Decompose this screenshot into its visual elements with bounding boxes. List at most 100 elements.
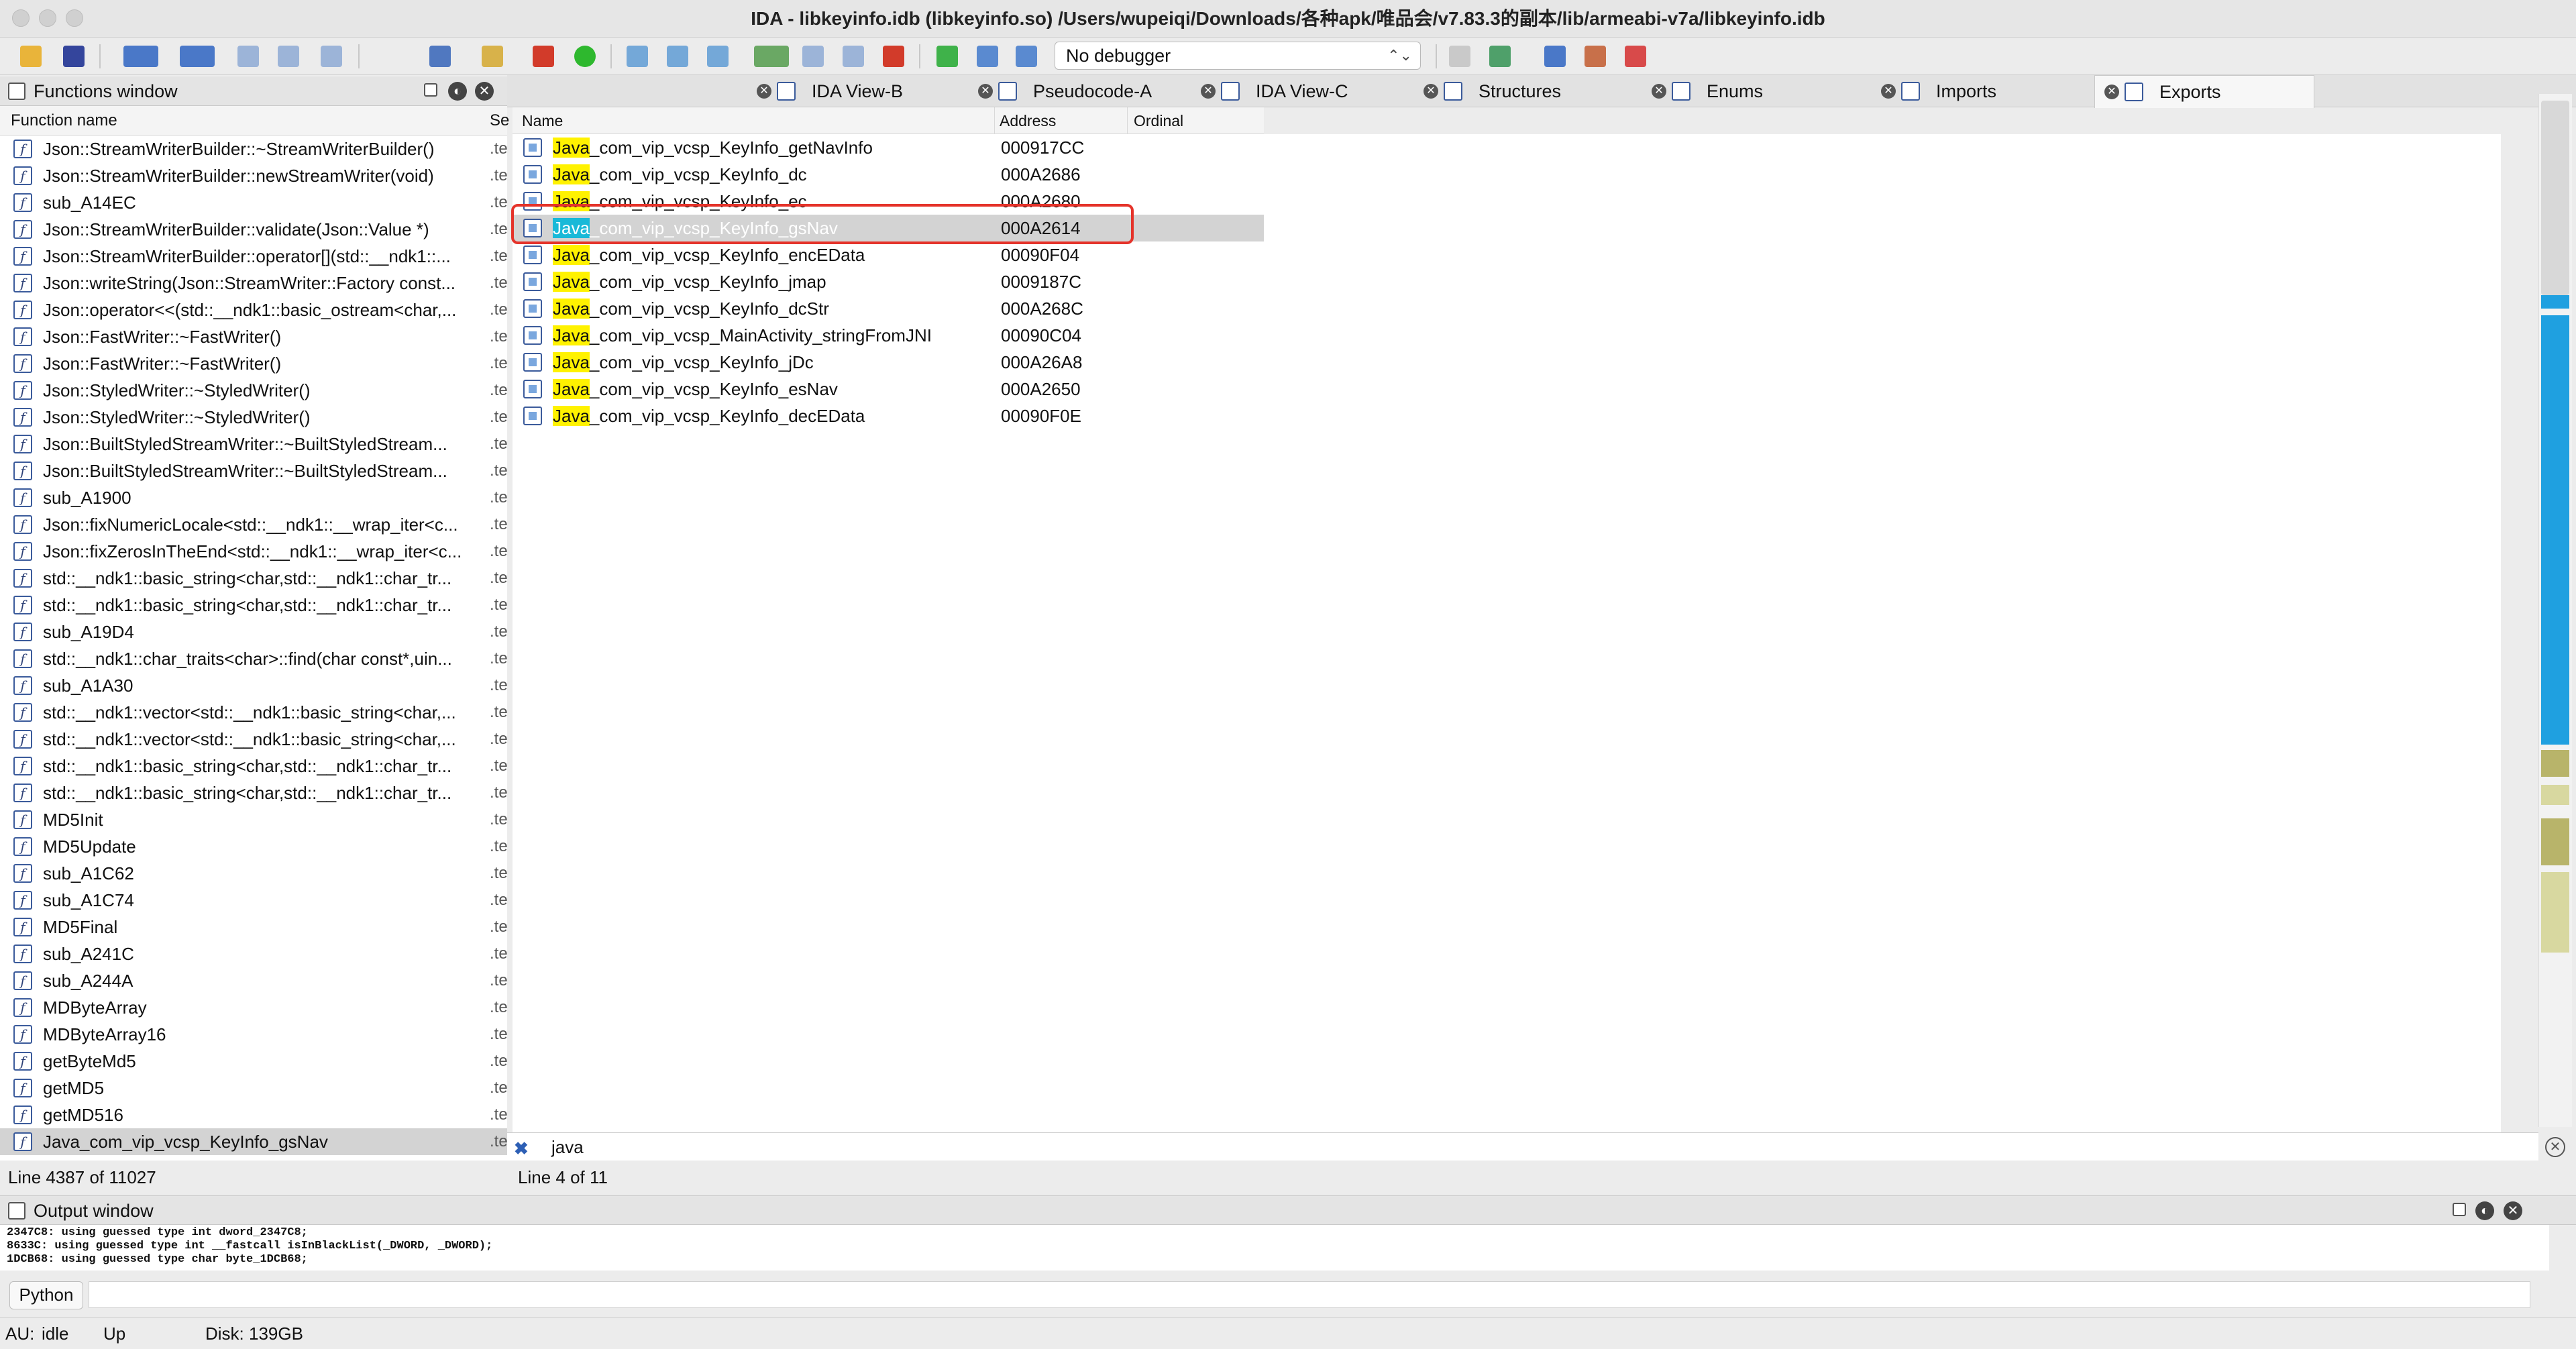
function-row[interactable]: f std::__ndk1::char_traits<char>::find(ch… (0, 645, 507, 672)
column-address[interactable]: Address (1000, 107, 1056, 134)
back-arrow-icon[interactable] (123, 46, 158, 67)
export-row[interactable]: Java_com_vip_vcsp_KeyInfo_decEData 00090F… (513, 402, 1264, 429)
function-row[interactable]: f sub_A241C .te (0, 940, 507, 967)
function-row[interactable]: f Json::operator<<(std::__ndk1::basic_ost… (0, 296, 507, 323)
tab-pseudocode-a[interactable]: ✕ Pseudocode-A (969, 75, 1189, 107)
function-row[interactable]: f MDByteArray .te (0, 994, 507, 1021)
add-function-icon[interactable] (627, 46, 648, 67)
add-bpt-icon[interactable] (1585, 46, 1606, 67)
export-row[interactable]: Java_com_vip_vcsp_KeyInfo_jmap 0009187C (513, 268, 1264, 295)
tab-close-icon[interactable]: ✕ (1652, 84, 1666, 99)
function-row[interactable]: f sub_A1C62 .te (0, 860, 507, 887)
restore-icon[interactable]: ◐ (2475, 1201, 2494, 1220)
mark-icon[interactable] (482, 46, 503, 67)
paste-icon[interactable] (278, 46, 299, 67)
tab-enums[interactable]: ✕ Enums (1642, 75, 1869, 107)
function-row[interactable]: f Json::fixZerosInTheEnd<std::__ndk1::__w… (0, 538, 507, 565)
function-row[interactable]: f MD5Init .te (0, 806, 507, 833)
function-row[interactable]: f sub_A1C74 .te (0, 887, 507, 914)
function-row[interactable]: f Json::StreamWriterBuilder::newStreamWri… (0, 162, 507, 189)
save-icon[interactable] (63, 46, 85, 67)
cpu-icon[interactable] (1489, 46, 1511, 67)
function-row[interactable]: f std::__ndk1::basic_string<char,std::__n… (0, 779, 507, 806)
warning-icon[interactable] (533, 46, 554, 67)
search-input[interactable]: java (551, 1133, 584, 1161)
function-row[interactable]: f Json::BuiltStyledStreamWriter::~BuiltSt… (0, 431, 507, 457)
function-row[interactable]: f Json::writeString(Json::StreamWriter::F… (0, 270, 507, 296)
pause-icon[interactable] (977, 46, 998, 67)
column-ordinal[interactable]: Ordinal (1134, 107, 1183, 134)
copy-icon[interactable] (237, 46, 259, 67)
play-icon[interactable] (936, 46, 958, 67)
function-row[interactable]: f MD5Update .te (0, 833, 507, 860)
edit-function-icon[interactable] (667, 46, 688, 67)
function-row[interactable]: f std::__ndk1::vector<std::__ndk1::basic_… (0, 726, 507, 753)
function-row[interactable]: f sub_A244A .te (0, 967, 507, 994)
tab-close-icon[interactable]: ✕ (1424, 84, 1438, 99)
tab-exports[interactable]: ✕ Exports (2094, 75, 2314, 108)
forward-arrow-icon[interactable] (180, 46, 215, 67)
function-row[interactable]: f Json::fixNumericLocale<std::__ndk1::__w… (0, 511, 507, 538)
tab-close-icon[interactable]: ✕ (757, 84, 771, 99)
function-row[interactable]: f sub_A19D4 .te (0, 618, 507, 645)
function-row[interactable]: f Json::BuiltStyledStreamWriter::~BuiltSt… (0, 457, 507, 484)
command-input[interactable] (89, 1281, 2530, 1308)
function-row[interactable]: f Json::FastWriter::~FastWriter() .te (0, 350, 507, 377)
column-name[interactable]: Name (522, 107, 563, 134)
function-row[interactable]: f std::__ndk1::vector<std::__ndk1::basic_… (0, 699, 507, 726)
python-button[interactable]: Python (9, 1281, 83, 1309)
function-row[interactable]: f Json::StyledWriter::~StyledWriter() .te (0, 404, 507, 431)
function-row[interactable]: f std::__ndk1::basic_string<char,std::__n… (0, 565, 507, 592)
function-row[interactable]: f MDByteArray16 .te (0, 1021, 507, 1048)
trace-icon[interactable] (802, 46, 824, 67)
stop-icon[interactable] (1016, 46, 1037, 67)
function-row[interactable]: f std::__ndk1::basic_string<char,std::__n… (0, 753, 507, 779)
clear-search-icon[interactable]: ✕ (2545, 1137, 2565, 1157)
export-row[interactable]: Java_com_vip_vcsp_KeyInfo_encEData 00090F… (513, 241, 1264, 268)
tab-close-icon[interactable]: ✕ (978, 84, 993, 99)
function-row[interactable]: f getByteMd5 .te (0, 1048, 507, 1075)
export-row[interactable]: Java_com_vip_vcsp_KeyInfo_dc 000A2686 (513, 161, 1264, 188)
tab-imports[interactable]: ✕ Imports (1872, 75, 2092, 107)
column-segment[interactable]: Se (490, 106, 509, 136)
maximize-icon[interactable] (424, 83, 437, 97)
function-row[interactable]: f sub_A1900 .te (0, 484, 507, 511)
column-function-name[interactable]: Function name (11, 106, 117, 136)
scrollbar-thumb[interactable] (2541, 101, 2569, 295)
tab-ida-view-b[interactable]: ✕ IDA View-B (747, 75, 966, 107)
export-row[interactable]: Java_com_vip_vcsp_MainActivity_stringFro… (513, 322, 1264, 349)
export-row[interactable]: Java_com_vip_vcsp_KeyInfo_getNavInfo 0009… (513, 134, 1264, 161)
delete-icon[interactable] (883, 46, 904, 67)
close-icon[interactable]: ✕ (2504, 1201, 2522, 1220)
tab-close-icon[interactable]: ✕ (1881, 84, 1896, 99)
open-folder-icon[interactable] (20, 46, 42, 67)
function-row[interactable]: f getMD516 .te (0, 1101, 507, 1128)
find-icon[interactable] (321, 46, 342, 67)
function-row[interactable]: f Json::FastWriter::~FastWriter() .te (0, 323, 507, 350)
restore-icon[interactable]: ◐ (448, 82, 467, 101)
graph-icon[interactable] (843, 46, 864, 67)
function-row[interactable]: f std::__ndk1::basic_string<char,std::__n… (0, 592, 507, 618)
function-row[interactable]: f sub_A14EC .te (0, 189, 507, 216)
maximize-icon[interactable] (2453, 1203, 2466, 1216)
tab-close-icon[interactable]: ✕ (2104, 85, 2119, 99)
breakpoint-list-icon[interactable] (1544, 46, 1566, 67)
remove-bpt-icon[interactable] (1625, 46, 1646, 67)
close-icon[interactable]: ✕ (475, 82, 494, 101)
function-tail-icon[interactable] (707, 46, 729, 67)
function-row[interactable]: f MD5Final .te (0, 914, 507, 940)
export-row[interactable]: Java_com_vip_vcsp_KeyInfo_dcStr 000A268C (513, 295, 1264, 322)
function-row[interactable]: f Json::StreamWriterBuilder::operator[](s… (0, 243, 507, 270)
function-row[interactable]: f Java_com_vip_vcsp_KeyInfo_gsNav .te (0, 1128, 507, 1155)
search-close-icon[interactable]: ✖ (514, 1138, 529, 1159)
function-row[interactable]: f Json::StreamWriterBuilder::~StreamWrite… (0, 136, 507, 162)
attach-icon[interactable] (1449, 46, 1470, 67)
function-row[interactable]: f Json::StyledWriter::~StyledWriter() .te (0, 377, 507, 404)
tab-structures[interactable]: ✕ Structures (1414, 75, 1640, 107)
green-circle-icon[interactable] (574, 46, 596, 67)
tab-ida-view-c[interactable]: ✕ IDA View-C (1191, 75, 1411, 107)
export-row[interactable]: Java_com_vip_vcsp_KeyInfo_jDc 000A26A8 (513, 349, 1264, 376)
function-row[interactable]: f getMD5 .te (0, 1075, 507, 1101)
add-breakpoint-icon[interactable] (754, 46, 789, 67)
debugger-select[interactable]: No debugger ⌃⌄ (1055, 42, 1421, 70)
